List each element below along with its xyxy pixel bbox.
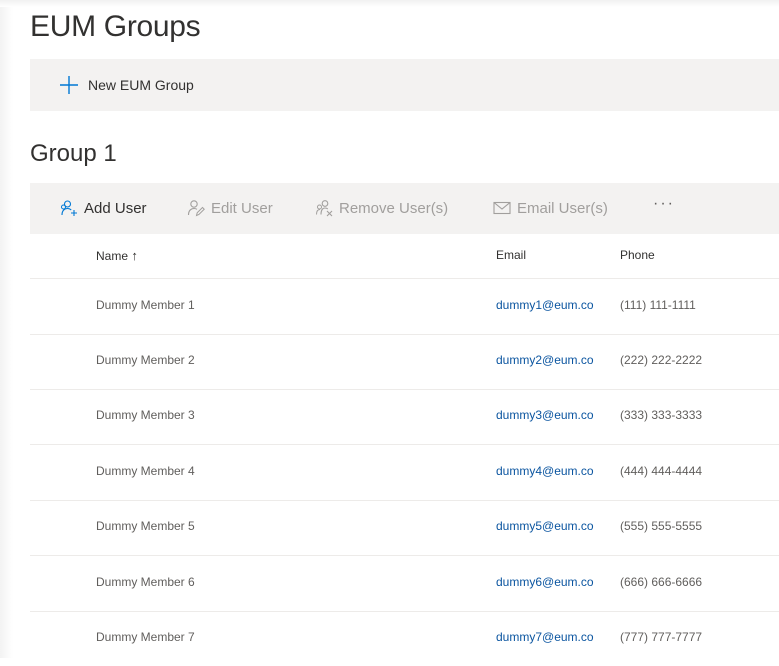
page-top-shadow bbox=[0, 0, 779, 7]
member-phone: (666) 666-6666 bbox=[620, 575, 703, 589]
column-header-email[interactable]: Email bbox=[496, 248, 526, 262]
member-name: Dummy Member 2 bbox=[96, 353, 195, 367]
command-bar: New EUM Group bbox=[30, 59, 779, 111]
table-row[interactable]: Dummy Member 6 dummy6@eum.co (666) 666-6… bbox=[30, 556, 779, 612]
member-email-link[interactable]: dummy2@eum.co bbox=[496, 353, 594, 367]
member-phone: (444) 444-4444 bbox=[620, 464, 703, 478]
column-header-name-label: Name bbox=[96, 249, 129, 263]
member-name: Dummy Member 3 bbox=[96, 408, 195, 422]
member-name: Dummy Member 7 bbox=[96, 630, 195, 644]
table-header: Name ↑ Email Phone bbox=[30, 234, 779, 279]
remove-people-icon bbox=[316, 200, 333, 217]
table-row[interactable]: Dummy Member 1 dummy1@eum.co (111) 111-1… bbox=[30, 279, 779, 335]
table-row[interactable]: Dummy Member 3 dummy3@eum.co (333) 333-3… bbox=[30, 389, 779, 445]
new-eum-group-button[interactable]: New EUM Group bbox=[59, 73, 194, 97]
remove-users-button[interactable]: Remove User(s) bbox=[315, 197, 448, 219]
email-users-button[interactable]: Email User(s) bbox=[493, 197, 608, 219]
group-toolbar: Add User Edit User Remove User(s) Email … bbox=[30, 183, 779, 234]
email-users-label: Email User(s) bbox=[517, 199, 608, 217]
table-row[interactable]: Dummy Member 2 dummy2@eum.co (222) 222-2… bbox=[30, 334, 779, 390]
column-header-name[interactable]: Name ↑ bbox=[96, 248, 138, 263]
add-user-label: Add User bbox=[84, 199, 147, 217]
member-email-link[interactable]: dummy3@eum.co bbox=[496, 408, 594, 422]
edit-contact-icon bbox=[187, 200, 205, 217]
member-email-link[interactable]: dummy1@eum.co bbox=[496, 298, 594, 312]
column-header-phone[interactable]: Phone bbox=[620, 248, 655, 262]
member-name: Dummy Member 4 bbox=[96, 464, 195, 478]
member-phone: (111) 111-1111 bbox=[620, 298, 696, 312]
plus-icon bbox=[60, 76, 78, 94]
member-email-link[interactable]: dummy4@eum.co bbox=[496, 464, 594, 478]
member-name: Dummy Member 1 bbox=[96, 298, 195, 312]
add-friend-icon bbox=[61, 200, 77, 216]
remove-users-label: Remove User(s) bbox=[339, 199, 449, 217]
member-name: Dummy Member 6 bbox=[96, 575, 195, 589]
member-phone: (333) 333-3333 bbox=[620, 408, 703, 422]
page-title: EUM Groups bbox=[30, 10, 201, 43]
edit-user-button[interactable]: Edit User bbox=[187, 197, 273, 219]
member-email-link[interactable]: dummy6@eum.co bbox=[496, 575, 594, 589]
member-phone: (777) 777-7777 bbox=[620, 630, 703, 644]
edit-user-label: Edit User bbox=[211, 199, 273, 217]
mail-icon bbox=[493, 201, 511, 215]
sort-ascending-icon: ↑ bbox=[131, 248, 138, 263]
table-row[interactable]: Dummy Member 4 dummy4@eum.co (444) 444-4… bbox=[30, 445, 779, 501]
member-phone: (222) 222-2222 bbox=[620, 353, 703, 367]
member-email-link[interactable]: dummy5@eum.co bbox=[496, 519, 594, 533]
page-left-shadow bbox=[0, 0, 13, 658]
table-row[interactable]: Dummy Member 5 dummy5@eum.co (555) 555-5… bbox=[30, 500, 779, 556]
member-name: Dummy Member 5 bbox=[96, 519, 195, 533]
more-options-button[interactable]: ··· bbox=[653, 195, 675, 213]
group-title: Group 1 bbox=[30, 140, 117, 167]
member-phone: (555) 555-5555 bbox=[620, 519, 703, 533]
member-email-link[interactable]: dummy7@eum.co bbox=[496, 630, 594, 644]
add-user-button[interactable]: Add User bbox=[60, 197, 147, 219]
new-eum-group-label: New EUM Group bbox=[88, 77, 194, 93]
